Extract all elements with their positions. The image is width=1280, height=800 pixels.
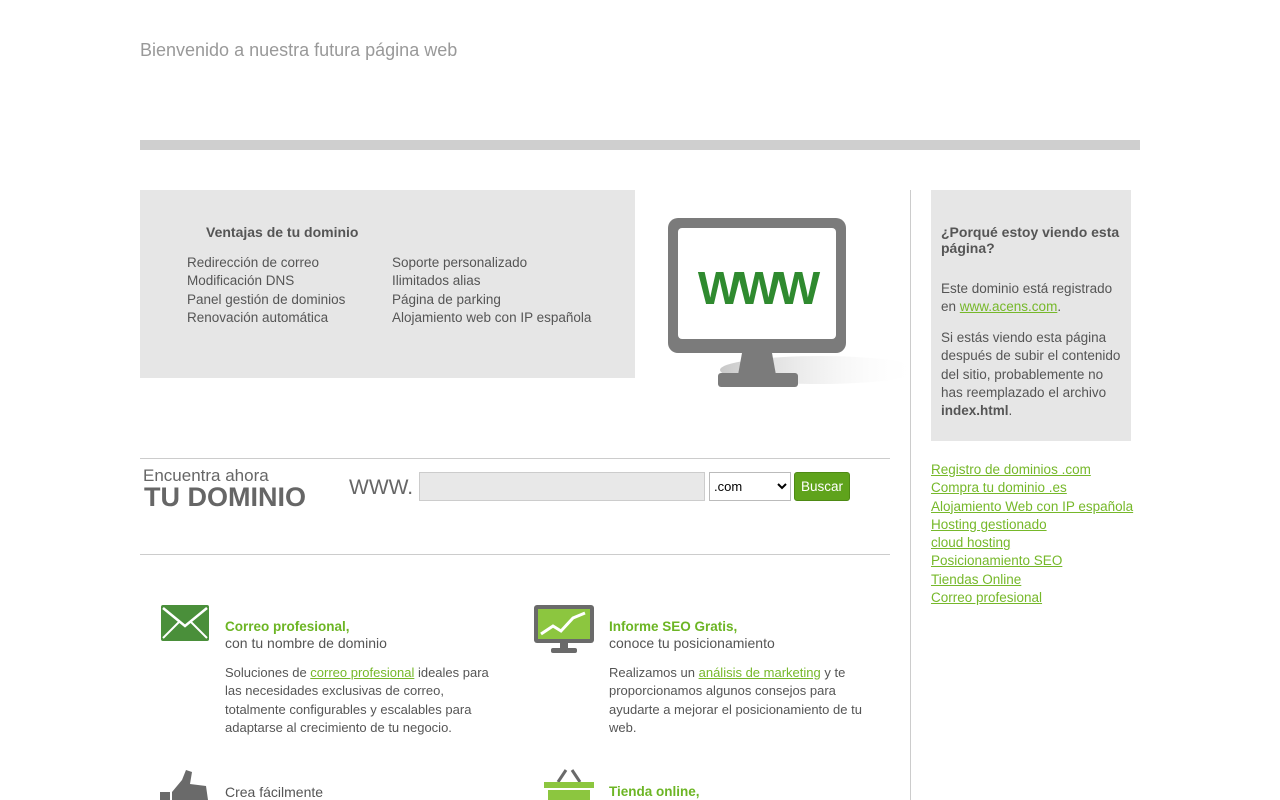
advantage-item: Soporte personalizado bbox=[392, 255, 528, 270]
header-divider-bar bbox=[140, 140, 1140, 150]
sidebar-link-compra-es[interactable]: Compra tu dominio .es bbox=[931, 480, 1067, 495]
feature-create-subtitle: Crea fácilmente bbox=[225, 784, 324, 800]
why-text: . bbox=[1008, 403, 1013, 419]
advantages-column-2: Soporte personalizado Ilimitados alias P… bbox=[392, 254, 591, 327]
advantage-item: Panel gestión de dominios bbox=[187, 291, 346, 307]
advantage-item: Alojamiento web con IP española bbox=[392, 309, 592, 325]
search-heading-line2: TU DOMINIO bbox=[144, 482, 306, 512]
feature-mail-title: Correo profesional, bbox=[225, 619, 350, 634]
welcome-heading: Bienvenido a nuestra futura página web bbox=[140, 40, 458, 60]
advantages-title: Ventajas de tu dominio bbox=[206, 224, 359, 240]
monitor-www-illustration: WWW bbox=[668, 218, 920, 387]
sidebar-link-registro-com[interactable]: Registro de dominios .com bbox=[931, 462, 1091, 477]
feature-mail-subtitle: con tu nombre de dominio bbox=[225, 635, 387, 651]
column-divider bbox=[910, 190, 911, 800]
tld-select[interactable]: .com bbox=[709, 472, 791, 501]
index-html-label: index.html bbox=[941, 403, 1009, 419]
correo-profesional-link[interactable]: correo profesional bbox=[310, 665, 414, 680]
feature-shop-title: Tienda online, bbox=[609, 784, 700, 799]
sidebar-link-tiendas[interactable]: Tiendas Online bbox=[931, 572, 1021, 587]
sidebar-link-alojamiento[interactable]: Alojamiento Web con IP española bbox=[931, 499, 1133, 514]
why-paragraph-2: Si estás viendo esta página después de s… bbox=[941, 329, 1126, 420]
sidebar-links: Registro de dominios .com Compra tu domi… bbox=[931, 461, 1133, 607]
feature-seo-subtitle: conoce tu posicionamiento bbox=[609, 635, 775, 651]
search-button[interactable]: Buscar bbox=[794, 472, 850, 501]
domain-search-input[interactable] bbox=[419, 472, 705, 501]
feature-text: Realizamos un bbox=[609, 665, 699, 680]
advantage-item: Página de parking bbox=[392, 291, 501, 307]
advantages-panel: Ventajas de tu dominio Redirección de co… bbox=[140, 190, 635, 378]
advantage-item: Renovación automática bbox=[187, 309, 329, 325]
sidebar-link-seo[interactable]: Posicionamiento SEO bbox=[931, 553, 1062, 568]
why-text: Si estás viendo esta página después de s… bbox=[941, 330, 1121, 400]
search-bottom-divider bbox=[140, 554, 890, 555]
www-prefix-label: WWW. bbox=[349, 476, 414, 499]
monitor-www-text: WWW bbox=[698, 262, 821, 314]
thumbs-up-icon bbox=[160, 770, 208, 800]
seo-chart-monitor-icon bbox=[534, 605, 594, 653]
feature-text: Soluciones de bbox=[225, 665, 311, 680]
feature-seo-title: Informe SEO Gratis, bbox=[609, 619, 738, 634]
why-panel: ¿Porqué estoy viendo esta página? Este d… bbox=[931, 190, 1131, 441]
acens-link[interactable]: www.acens.com bbox=[960, 299, 1058, 314]
feature-mail-description: Soluciones de correo profesional ideales… bbox=[225, 664, 495, 737]
feature-seo-description: Realizamos un análisis de marketing y te… bbox=[609, 664, 871, 737]
search-top-divider bbox=[140, 458, 890, 459]
why-paragraph-1: Este dominio está registrado en www.acen… bbox=[941, 280, 1126, 317]
sidebar-link-cloud[interactable]: cloud hosting bbox=[931, 535, 1011, 550]
advantage-item: Ilimitados alias bbox=[392, 273, 481, 289]
advantages-column-1: Redirección de correo Modificación DNS P… bbox=[187, 254, 345, 327]
why-text: . bbox=[1057, 299, 1062, 315]
shopping-basket-icon bbox=[544, 769, 594, 800]
analisis-marketing-link[interactable]: análisis de marketing bbox=[699, 665, 821, 680]
sidebar-link-hosting[interactable]: Hosting gestionado bbox=[931, 517, 1047, 532]
envelope-icon bbox=[161, 605, 209, 641]
sidebar-link-correo[interactable]: Correo profesional bbox=[931, 590, 1042, 605]
why-title: ¿Porqué estoy viendo esta página? bbox=[941, 224, 1120, 256]
advantage-item: Modificación DNS bbox=[187, 273, 295, 289]
advantage-item: Redirección de correo bbox=[187, 255, 320, 270]
